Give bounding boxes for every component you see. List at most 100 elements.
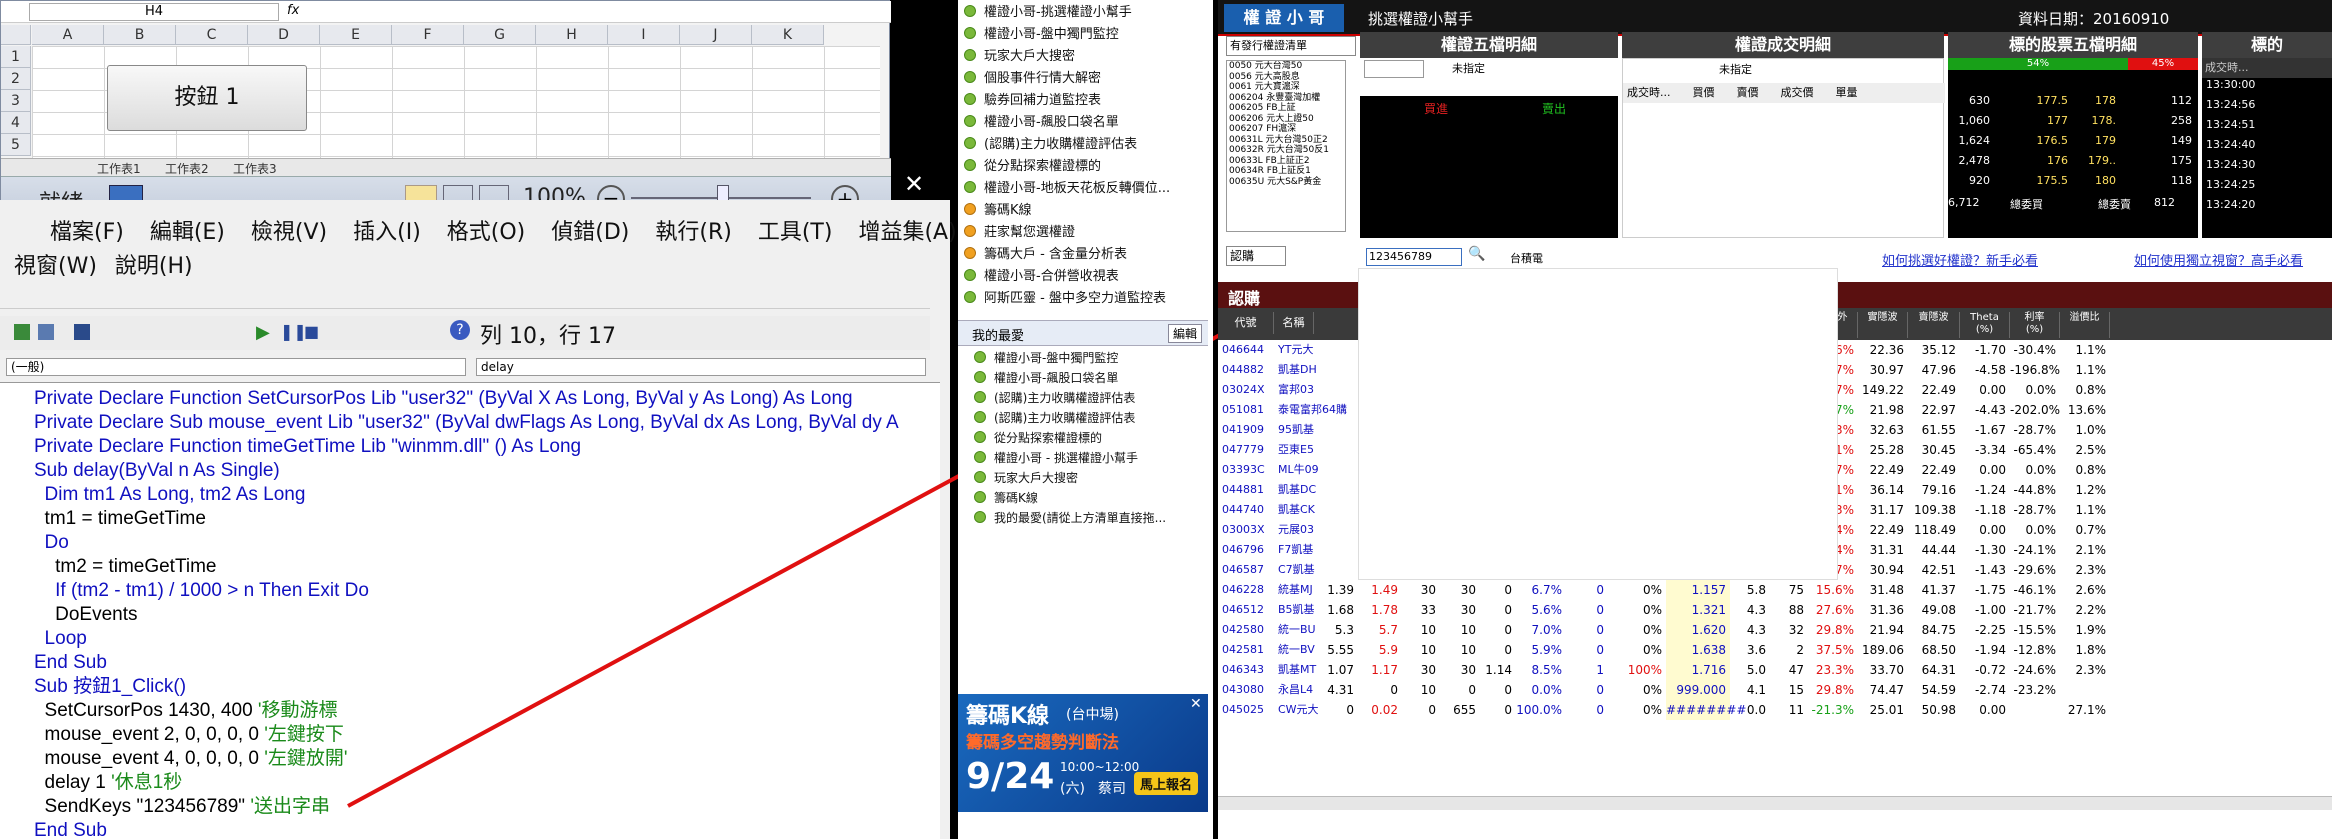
stock-list-item[interactable]: 0050 元大台灣50 bbox=[1227, 61, 1345, 72]
stock-list-item[interactable]: 00635U 元大S&P黃金 bbox=[1227, 177, 1345, 188]
table-scrollbar[interactable] bbox=[1218, 796, 2332, 810]
table-cell[interactable]: 051081 bbox=[1218, 400, 1274, 420]
table-cell[interactable]: 046512 bbox=[1218, 600, 1274, 620]
favorite-item[interactable]: 籌碼K線 bbox=[974, 488, 1038, 508]
tree-item[interactable]: (認購)主力收購權證評估表 bbox=[964, 134, 1137, 156]
table-cell[interactable]: 046343 bbox=[1218, 660, 1274, 680]
stock-list-item[interactable]: 00631L 元大台灣50正2 bbox=[1227, 135, 1345, 146]
tree-item[interactable]: 個股事件行情大解密 bbox=[964, 68, 1101, 90]
table-cell[interactable]: 統一BV bbox=[1274, 640, 1315, 660]
table-header-cell[interactable]: 利率 (%) bbox=[2010, 312, 2060, 338]
stock-list-item[interactable]: 0056 元大高股息 bbox=[1227, 72, 1345, 83]
stock-list-item[interactable]: 00632R 元大台灣50反1 bbox=[1227, 145, 1345, 156]
table-cell[interactable]: 042581 bbox=[1218, 640, 1274, 660]
ad-banner[interactable]: 籌碼K線 (台中場) 籌碼多空趨勢判斷法 9/24 10:00~12:00 (六… bbox=[958, 694, 1208, 812]
tree-item[interactable]: 權證小哥-合併營收視表 bbox=[964, 266, 1119, 288]
table-cell[interactable]: B5凱基 bbox=[1274, 600, 1315, 620]
table-cell[interactable]: 永昌L4 bbox=[1274, 680, 1314, 700]
table-cell[interactable]: 統基MJ bbox=[1274, 580, 1314, 600]
tree-item[interactable]: 籌碼K線 bbox=[964, 200, 1032, 222]
search-icon[interactable]: 🔍 bbox=[1468, 246, 1485, 262]
favorite-item[interactable]: (認購)主力收購權證評估表 bbox=[974, 408, 1135, 428]
table-cell: 149.22 bbox=[1862, 383, 1904, 397]
mode-combo[interactable]: 認購 bbox=[1226, 246, 1286, 266]
table-header-cell[interactable]: 溢價比 bbox=[2060, 312, 2110, 338]
table-cell[interactable]: 03003X bbox=[1218, 520, 1274, 540]
table-cell[interactable]: 046587 bbox=[1218, 560, 1274, 580]
tree-item[interactable]: 權證小哥-盤中獨門監控 bbox=[964, 24, 1119, 46]
favorite-item-label: 從分點探索權證標的 bbox=[994, 431, 1103, 445]
stock-list-item[interactable]: 006206 元大上證50 bbox=[1227, 114, 1345, 125]
stock-list-item[interactable]: 0061 元大寶滬深 bbox=[1227, 82, 1345, 93]
table-cell[interactable]: 047779 bbox=[1218, 440, 1274, 460]
tree-item[interactable]: 驗券回補力道監控表 bbox=[964, 90, 1101, 112]
tree-item[interactable]: 籌碼大戶 - 含金量分析表 bbox=[964, 244, 1127, 266]
table-cell: 118.49 bbox=[1914, 523, 1956, 537]
tree-item[interactable]: 權證小哥-飆股口袋名單 bbox=[964, 112, 1119, 134]
stock-list-item[interactable]: 006207 FH滬深 bbox=[1227, 124, 1345, 135]
table-header-cell[interactable]: 實隱波 bbox=[1858, 312, 1908, 338]
warrant-list-combo[interactable]: 有發行權證清單 bbox=[1226, 36, 1356, 56]
standalone-window-link[interactable]: 如何使用獨立視窗？高手必看 bbox=[2134, 250, 2303, 269]
table-cell: 0 bbox=[1504, 643, 1512, 657]
ad-signup-button[interactable]: 馬上報名 bbox=[1134, 772, 1199, 795]
favorite-item[interactable]: 權證小哥-盤中獨門監控 bbox=[974, 348, 1118, 368]
table-cell[interactable]: 041909 bbox=[1218, 420, 1274, 440]
table-cell[interactable]: 統一BU bbox=[1274, 620, 1316, 640]
table-cell[interactable]: 046228 bbox=[1218, 580, 1274, 600]
tree-item[interactable]: 權證小哥-挑選權證小幫手 bbox=[964, 2, 1132, 24]
table-cell[interactable]: 042580 bbox=[1218, 620, 1274, 640]
table-cell[interactable]: 凱基MT bbox=[1274, 660, 1316, 680]
favorite-item[interactable]: 我的最愛(請從上方清單直接拖... bbox=[974, 508, 1166, 528]
favorite-item[interactable]: (認購)主力收購權證評估表 bbox=[974, 388, 1135, 408]
table-cell[interactable]: 044740 bbox=[1218, 500, 1274, 520]
table-cell[interactable]: YT元大 bbox=[1274, 340, 1314, 360]
symbol-dropdown[interactable] bbox=[1358, 268, 1838, 580]
favorites-edit-button[interactable]: 編輯 bbox=[1168, 324, 1203, 343]
table-cell[interactable]: 046644 bbox=[1218, 340, 1274, 360]
table-cell[interactable]: 泰電富邦64購 bbox=[1274, 400, 1347, 420]
favorite-item[interactable]: 權證小哥 - 挑選權證小幫手 bbox=[974, 448, 1138, 468]
table-cell[interactable]: ML牛09 bbox=[1274, 460, 1319, 480]
table-cell[interactable]: 凱基DC bbox=[1274, 480, 1316, 500]
tick-combo[interactable]: 成交時... bbox=[2202, 58, 2332, 78]
table-cell[interactable]: 043080 bbox=[1218, 680, 1274, 700]
table-cell[interactable]: CW元大 bbox=[1274, 700, 1319, 720]
symbol-input[interactable]: 123456789 bbox=[1366, 248, 1462, 266]
favorite-item[interactable]: 權證小哥-飆股口袋名單 bbox=[974, 368, 1118, 388]
table-cell[interactable]: 95凱基 bbox=[1274, 420, 1314, 440]
newbie-guide-link[interactable]: 如何挑選好權證？新手必看 bbox=[1882, 250, 2038, 269]
table-header-cell[interactable]: 代號 bbox=[1218, 312, 1274, 334]
table-cell[interactable]: 044881 bbox=[1218, 480, 1274, 500]
favorite-item[interactable]: 從分點探索權證標的 bbox=[974, 428, 1102, 448]
table-cell[interactable]: 亞東E5 bbox=[1274, 440, 1314, 460]
table-cell[interactable]: 03024X bbox=[1218, 380, 1274, 400]
table-header-cell[interactable]: Theta (%) bbox=[1960, 312, 2010, 338]
table-cell[interactable]: 046796 bbox=[1218, 540, 1274, 560]
tree-item[interactable]: 玩家大戶大搜密 bbox=[964, 46, 1075, 68]
table-cell[interactable]: 044882 bbox=[1218, 360, 1274, 380]
stock-list[interactable]: 0050 元大台灣50 0056 元大高股息 0061 元大寶滬深 006204 永豐… bbox=[1226, 60, 1346, 232]
tree-item[interactable]: 莊家幫您選權證 bbox=[964, 222, 1075, 244]
tree-item[interactable]: 權證小哥-地板天花板反轉價位... bbox=[964, 178, 1170, 200]
table-cell[interactable]: 元展03 bbox=[1274, 520, 1314, 540]
table-header-cell[interactable]: 名稱 bbox=[1274, 312, 1314, 334]
table-cell[interactable]: C7凱基 bbox=[1274, 560, 1315, 580]
stock-list-item[interactable]: 006204 永豐臺灣加權 bbox=[1227, 93, 1345, 104]
table-cell[interactable]: 045025 bbox=[1218, 700, 1274, 720]
table-cell[interactable]: 03393C bbox=[1218, 460, 1274, 480]
tree-item[interactable]: 阿斯匹靈 - 盤中多空力道監控表 bbox=[964, 288, 1166, 310]
table-cell[interactable]: F7凱基 bbox=[1274, 540, 1314, 560]
stock-list-item[interactable]: 00634R FB上証反1 bbox=[1227, 166, 1345, 177]
warrant-book-combo[interactable] bbox=[1364, 60, 1424, 78]
table-header-cell[interactable]: 賣隱波 bbox=[1908, 312, 1960, 338]
favorite-item[interactable]: 玩家大戶大搜密 bbox=[974, 468, 1078, 488]
table-cell[interactable]: 凱基DH bbox=[1274, 360, 1317, 380]
table-cell: 30.97 bbox=[1869, 363, 1904, 377]
tree-item[interactable]: 從分點探索權證標的 bbox=[964, 156, 1101, 178]
ad-close-icon[interactable]: ✕ bbox=[1190, 696, 1202, 712]
table-cell[interactable]: 富邦03 bbox=[1274, 380, 1314, 400]
stock-list-item[interactable]: 00633L FB上証正2 bbox=[1227, 156, 1345, 167]
table-cell[interactable]: 凱基CK bbox=[1274, 500, 1315, 520]
stock-list-item[interactable]: 006205 FB上証 bbox=[1227, 103, 1345, 114]
